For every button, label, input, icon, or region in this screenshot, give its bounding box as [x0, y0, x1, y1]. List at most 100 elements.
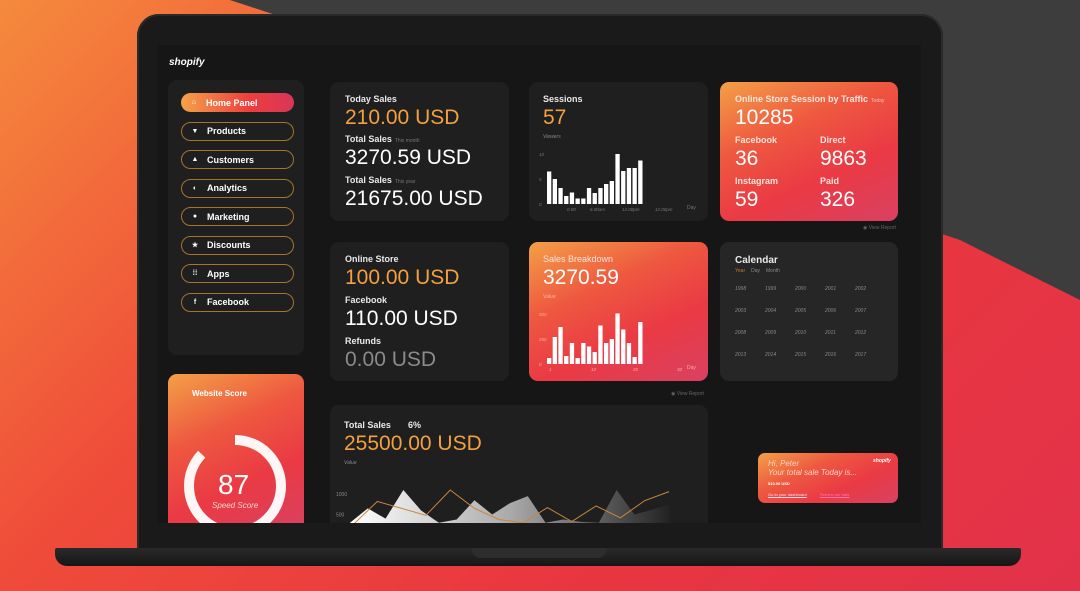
remind-later-link[interactable]: Remind me later	[820, 492, 849, 497]
traffic-facebook-value: 36	[735, 147, 759, 170]
traffic-title: Online Store Session by Traffic Today	[735, 94, 884, 104]
traffic-paid-label: Paid	[820, 176, 840, 186]
traffic-facebook-label: Facebook	[735, 135, 778, 145]
traffic-direct-label: Direct	[820, 135, 846, 145]
sessions-xtick: 12.00pm	[622, 207, 640, 212]
calendar-year-cell[interactable]: 2017	[855, 352, 866, 358]
sessions-bar	[547, 171, 552, 204]
calendar-year-cell[interactable]: 2012	[855, 330, 866, 336]
sessions-bar	[564, 196, 569, 204]
sessions-xlabel: Day	[687, 205, 696, 211]
sales-breakdown-card: Sales Breakdown 3270.59 Value 0 250 500 1 10…	[529, 242, 708, 381]
month-sales-label: Total Sales This month	[345, 134, 420, 144]
calendar-title: Calendar	[735, 255, 778, 266]
online-store-label: Online Store	[345, 254, 399, 264]
calendar-year-cell[interactable]: 2015	[795, 352, 806, 358]
calendar-year-cell[interactable]: 2007	[855, 308, 866, 314]
refunds-label: Refunds	[345, 336, 381, 346]
calendar-year-cell[interactable]: 2013	[735, 352, 746, 358]
breakdown-bar	[558, 327, 563, 364]
calendar-tab-month[interactable]: Month	[766, 268, 780, 274]
calendar-year-cell[interactable]: 2003	[735, 308, 746, 314]
year-sales-sub: This year	[394, 179, 416, 185]
traffic-instagram-value: 59	[735, 188, 759, 211]
sessions-bar-chart: 0 5 10 0.00 6.00am 12.00pm 12.00pm Day	[539, 152, 696, 212]
sidebar-item-customers[interactable]: ▲ Customers	[181, 150, 294, 169]
breakdown-bar	[581, 343, 586, 364]
facebook-sales-value: 110.00 USD	[345, 307, 458, 330]
total-sales-ytick: 500	[336, 513, 345, 519]
facebook-icon: f	[193, 298, 197, 306]
calendar-tabs: Year Day Month	[735, 268, 780, 274]
sessions-bar	[592, 193, 597, 204]
sidebar-item-home-panel[interactable]: ⌂ Home Panel	[181, 93, 294, 112]
calendar-tab-year[interactable]: Year	[735, 268, 745, 274]
breakdown-bar	[638, 322, 643, 364]
breakdown-title: Sales Breakdown	[543, 254, 614, 264]
notification-greeting: Hi, Peter	[768, 459, 800, 468]
sidebar-item-label: Home Panel	[206, 97, 258, 108]
notification-card[interactable]: Hi, Peter Your total sale Today is... $1…	[758, 453, 898, 503]
breakdown-bar-chart: 0 250 500 1 10 20 30 Day	[538, 312, 696, 372]
sidebar-item-discounts[interactable]: ★ Discounts	[181, 235, 294, 255]
home-icon: ⌂	[191, 99, 197, 106]
sessions-xtick: 0.00	[567, 207, 576, 212]
sidebar-item-facebook[interactable]: f Facebook	[181, 292, 294, 312]
calendar-year-cell[interactable]: 2001	[825, 286, 836, 292]
breakdown-value: 3270.59	[543, 266, 619, 289]
breakdown-bar	[604, 343, 609, 364]
chat-bubble-icon: ●	[192, 213, 198, 220]
dashboard-screen: shopify ⌂ Home Panel ▼ Products ▲ Customers ◐ A…	[157, 45, 921, 523]
breakdown-xlabel: Day	[687, 365, 696, 371]
year-sales-value: 21675.00 USD	[345, 187, 483, 210]
calendar-year-cell[interactable]: 1999	[765, 286, 776, 292]
calendar-year-cell[interactable]: 2008	[735, 330, 746, 336]
calendar-year-cell[interactable]: 2005	[795, 308, 806, 314]
total-sales-percent: 6%	[408, 420, 422, 430]
calendar-year-cell[interactable]: 1998	[735, 286, 746, 292]
refunds-value: 0.00 USD	[345, 348, 437, 371]
sessions-bar	[552, 179, 557, 204]
calendar-year-cell[interactable]: 2011	[825, 330, 836, 336]
sidebar-item-marketing[interactable]: ● Marketing	[181, 207, 294, 226]
calendar-tab-day[interactable]: Day	[751, 268, 760, 274]
breakdown-bar	[621, 329, 626, 364]
sidebar-item-apps[interactable]: ⁞⁞ Apps	[181, 264, 294, 283]
breakdown-bar	[609, 339, 614, 364]
breakdown-bar	[598, 325, 603, 364]
facebook-sales-label: Facebook	[345, 295, 388, 305]
breakdown-view-report-text: View Report	[676, 391, 704, 397]
sessions-bar	[621, 171, 626, 204]
calendar-year-cell[interactable]: 2009	[765, 330, 776, 336]
traffic-view-report-text: View Report	[868, 225, 896, 231]
calendar-card: Calendar Year Day Month 1998 1999 2000 2001 20…	[720, 242, 898, 381]
traffic-view-report-link[interactable]: ◉ View Report	[863, 225, 896, 231]
calendar-year-cell[interactable]: 2004	[765, 308, 776, 314]
go-to-dashboard-link[interactable]: Go to your dashboard	[768, 492, 807, 497]
calendar-year-cell[interactable]: 2000	[795, 286, 806, 292]
breakdown-xtick: 1	[549, 367, 552, 372]
today-sales-label: Today Sales	[345, 94, 397, 104]
total-sales-ytick: 1000	[336, 492, 347, 498]
breakdown-bar	[547, 358, 552, 364]
calendar-year-cell[interactable]: 2014	[765, 352, 776, 358]
total-sales-area	[350, 490, 670, 523]
star-icon: ★	[191, 242, 199, 249]
sidebar-item-analytics[interactable]: ◐ Analytics	[181, 178, 294, 198]
breakdown-bar	[569, 343, 575, 364]
website-score-card: Website Score 87 Speed Score	[168, 374, 304, 523]
breakdown-view-report-link[interactable]: ◉ View Report	[671, 391, 704, 397]
calendar-year-cell[interactable]: 2016	[825, 352, 836, 358]
traffic-direct-value: 9863	[820, 147, 867, 170]
sessions-value: 57	[543, 106, 567, 129]
sales-summary-card: Today Sales 210.00 USD Total Sales This m…	[330, 82, 509, 221]
sidebar-item-label: Marketing	[207, 211, 250, 222]
notification-amount: $10.00 USD	[768, 481, 790, 486]
traffic-instagram-label: Instagram	[735, 176, 779, 186]
total-sales-card: Total Sales 6% 25500.00 USD Value 500 100…	[330, 405, 708, 523]
calendar-year-cell[interactable]: 2010	[795, 330, 806, 336]
calendar-year-cell[interactable]: 2002	[855, 286, 866, 292]
calendar-year-cell[interactable]: 2006	[825, 308, 836, 314]
sessions-bar	[569, 192, 575, 204]
sidebar-item-products[interactable]: ▼ Products	[181, 121, 294, 141]
